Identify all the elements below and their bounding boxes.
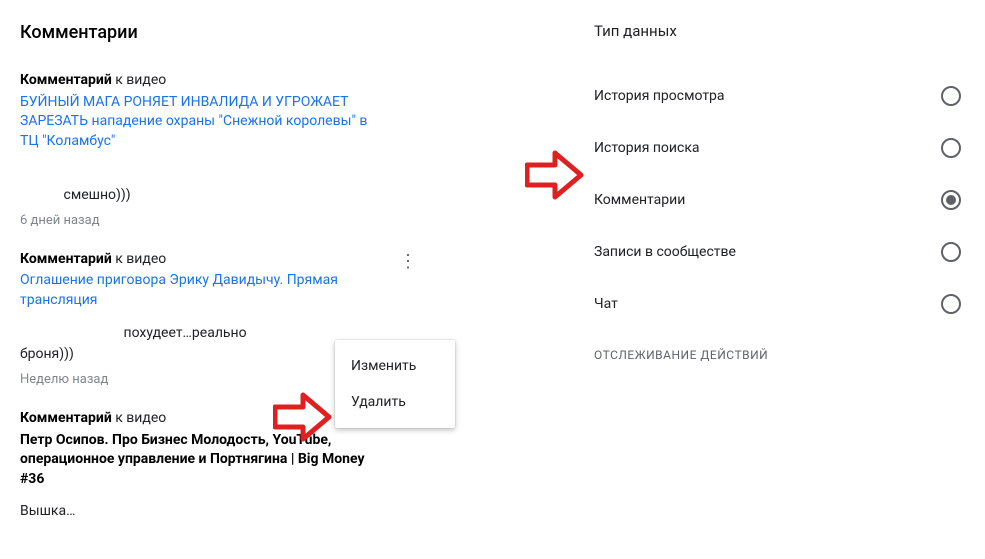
radio-icon (941, 138, 961, 158)
radio-row-search-history[interactable]: История поиска (594, 122, 961, 174)
radio-row-community-posts[interactable]: Записи в сообществе (594, 226, 961, 278)
to-video-text: к видео (112, 410, 166, 426)
to-video-text: к видео (112, 251, 166, 267)
comment-text: Вышка… (20, 503, 75, 519)
comment-prefix: Комментарий (20, 410, 112, 426)
comment-item: Комментарий к видео Оглашение приговора … (20, 250, 370, 387)
comment-text: похудеет…реально (123, 325, 246, 341)
radio-label: История просмотра (594, 88, 725, 104)
comment-item: Комментарий к видео БУЙНЫЙ МАГА РОНЯЕТ И… (20, 71, 370, 228)
comment-prefix: Комментарий (20, 72, 112, 88)
comment-prefix: Комментарий (20, 251, 112, 267)
context-menu: Изменить Удалить (335, 340, 455, 428)
radio-label: История поиска (594, 140, 700, 156)
radio-row-comments[interactable]: Комментарии (594, 174, 961, 226)
annotation-arrow-icon (273, 392, 333, 442)
video-link[interactable]: БУЙНЫЙ МАГА РОНЯЕТ ИНВАЛИДА И УГРОЖАЕТ З… (20, 94, 367, 149)
timestamp: 6 дней назад (20, 213, 370, 228)
timestamp: Неделю назад (20, 372, 370, 387)
radio-row-chat[interactable]: Чат (594, 278, 961, 330)
comment-body: Вышка… (20, 501, 370, 523)
radio-label: Комментарии (594, 192, 685, 208)
radio-icon (941, 242, 961, 262)
comment-text: смешно))) (63, 187, 130, 203)
data-type-title: Тип данных (594, 22, 961, 40)
page-title: Комментарии (20, 22, 550, 43)
comment-body: похудеет…реально броня))) (20, 323, 370, 366)
comments-panel: Комментарии Комментарий к видео БУЙНЫЙ М… (0, 0, 570, 559)
radio-icon (941, 86, 961, 106)
radio-icon (941, 294, 961, 314)
comment-text: броня))) (20, 346, 74, 362)
delete-menu-item[interactable]: Удалить (335, 384, 455, 420)
comment-body: смешно))) (20, 163, 370, 206)
radio-row-watch-history[interactable]: История просмотра (594, 70, 961, 122)
to-video-text: к видео (112, 72, 166, 88)
radio-label: Записи в сообществе (594, 244, 736, 260)
radio-icon (941, 190, 961, 210)
video-link[interactable]: Оглашение приговора Эрику Давидычу. Прям… (20, 272, 338, 308)
annotation-arrow-icon (525, 150, 585, 200)
data-type-panel: Тип данных История просмотра История пои… (570, 0, 985, 559)
radio-label: Чат (594, 296, 618, 312)
edit-menu-item[interactable]: Изменить (335, 348, 455, 384)
tracking-header: ОТСЛЕЖИВАНИЕ ДЕЙСТВИЙ (594, 348, 961, 362)
more-options-button[interactable]: ⋮ (396, 250, 420, 274)
